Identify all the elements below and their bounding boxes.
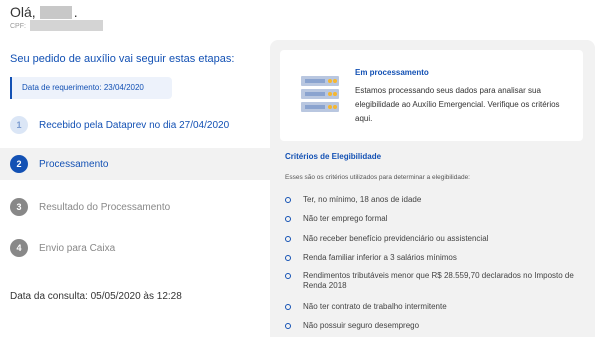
criteria-item-text: Não ter contrato de trabalho intermitent… [303,302,447,311]
bullet-icon [285,273,291,279]
greeting-punct: . [73,4,78,20]
steps-title: Seu pedido de auxílio vai seguir estas e… [10,53,235,65]
bullet-icon [285,323,291,329]
bullet-icon [285,304,291,310]
criteria-item: Não ter contrato de trabalho intermitent… [285,302,585,312]
bullet-icon [285,255,291,261]
bullet-icon [285,236,291,242]
status-card: Em processamento Estamos processando seu… [280,50,583,141]
step-number-3: 3 [10,198,28,216]
server-icon [301,76,339,112]
criteria-item-text: Não receber benefício previdenciário ou … [303,234,489,243]
criteria-item: Não possuir seguro desemprego [285,321,585,331]
cpf-line: CPF: [10,20,103,31]
cpf-label: CPF: [10,23,26,30]
step-number-2: 2 [10,155,28,173]
step-label: Recebido pela Dataprev no dia 27/04/2020 [39,119,230,131]
step-received[interactable]: 1 Recebido pela Dataprev no dia 27/04/20… [0,109,270,141]
greeting-text: Olá, [10,4,36,20]
criteria-item: Renda familiar inferior a 3 salários mín… [285,253,585,263]
criteria-item-text: Renda familiar inferior a 3 salários mín… [303,253,457,262]
step-label: Envio para Caixa [39,242,116,254]
step-number-4: 4 [10,239,28,257]
step-send-caixa[interactable]: 4 Envio para Caixa [0,232,270,264]
criteria-item-text: Rendimentos tributáveis menor que R$ 28.… [303,271,574,290]
criteria-title: Critérios de Elegibilidade [285,152,382,161]
criteria-item: Rendimentos tributáveis menor que R$ 28.… [285,271,585,291]
bullet-icon [285,197,291,203]
step-number-1: 1 [10,116,28,134]
step-processing[interactable]: 2 Processamento [0,148,270,180]
status-title: Em processamento [355,68,429,77]
step-label: Resultado do Processamento [39,201,171,213]
criteria-item-text: Não ter emprego formal [303,214,388,223]
request-date-badge: Data de requerimento: 23/04/2020 [10,77,172,99]
bullet-icon [285,216,291,222]
criteria-item: Não ter emprego formal [285,214,585,224]
criteria-item: Ter, no mínimo, 18 anos de idade [285,195,585,205]
criteria-item: Não receber benefício previdenciário ou … [285,234,585,244]
status-text: Estamos processando seus dados para anal… [355,86,560,123]
criteria-subtitle: Esses são os critérios utilizados para d… [285,174,470,181]
redacted-name [39,6,72,19]
criteria-item-text: Não possuir seguro desemprego [303,321,420,330]
greeting: Olá,. [10,4,78,20]
consult-date: Data da consulta: 05/05/2020 às 12:28 [10,291,182,302]
redacted-cpf [29,20,103,31]
criteria-item-text: Ter, no mínimo, 18 anos de idade [303,195,422,204]
step-label: Processamento [39,158,109,170]
step-result[interactable]: 3 Resultado do Processamento [0,191,270,223]
